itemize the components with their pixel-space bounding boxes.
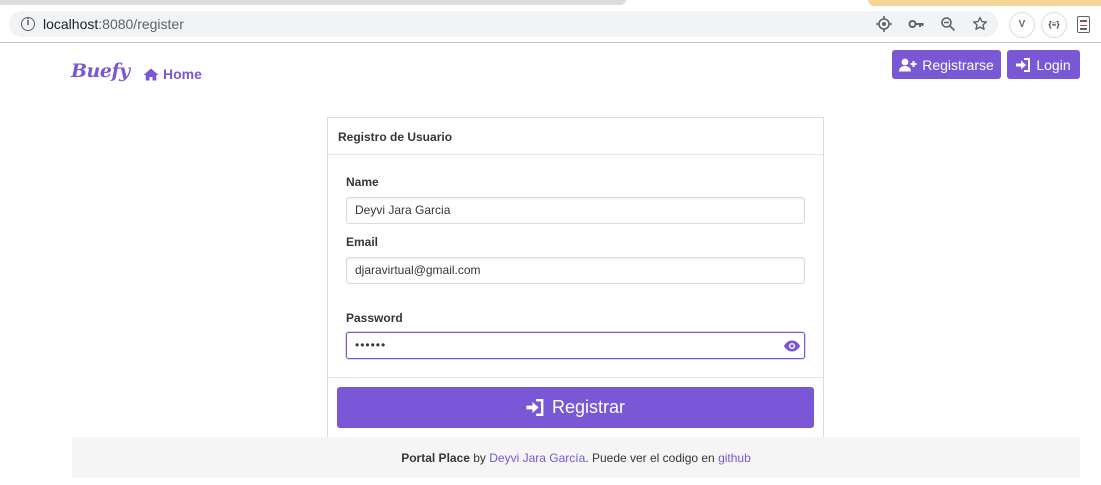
name-input[interactable]: Deyvi Jara Garcia — [346, 197, 805, 224]
login-button-label: Login — [1036, 56, 1071, 73]
page-footer: Portal Place by Deyvi Jara García. Puede… — [72, 437, 1080, 478]
register-card: Registro de Usuario Name Deyvi Jara Garc… — [327, 117, 824, 438]
card-title: Registro de Usuario — [338, 130, 453, 144]
email-input[interactable]: djaravirtual@gmail.com — [346, 257, 805, 284]
footer-middle-text: . Puede ver el codigo en — [585, 451, 719, 465]
sign-in-icon — [1016, 57, 1031, 72]
register-button[interactable]: Registrarse — [892, 50, 1001, 79]
card-header: Registro de Usuario — [328, 118, 823, 155]
password-input[interactable]: •••••• — [346, 332, 805, 359]
info-icon[interactable]: i — [21, 17, 35, 31]
password-value: •••••• — [355, 338, 387, 352]
browser-tab[interactable] — [0, 0, 626, 5]
location-icon[interactable] — [875, 16, 893, 32]
address-bar[interactable]: i localhost:8080/register — [9, 11, 998, 37]
name-label: Name — [346, 175, 379, 189]
register-button-label: Registrarse — [922, 56, 994, 73]
footer-github-link[interactable]: github — [718, 451, 751, 465]
login-button[interactable]: Login — [1007, 50, 1080, 79]
zoom-out-icon[interactable] — [939, 16, 957, 32]
eye-icon[interactable] — [784, 339, 800, 353]
browser-toolbar: i localhost:8080/register V {≡} — [0, 6, 1101, 43]
url-text[interactable]: localhost:8080/register — [43, 16, 184, 32]
url-host: localhost — [43, 16, 99, 32]
home-icon — [143, 68, 159, 80]
key-icon[interactable] — [907, 16, 925, 32]
footer-author-link[interactable]: Deyvi Jara García — [489, 451, 585, 465]
sign-in-icon — [526, 399, 544, 416]
password-label: Password — [346, 311, 403, 325]
nav-home-label: Home — [163, 66, 202, 82]
footer-app-name: Portal Place — [401, 451, 470, 465]
url-path: :8080/register — [98, 16, 184, 32]
email-label: Email — [346, 235, 379, 249]
user-plus-icon — [899, 58, 917, 71]
footer-by-text: by — [469, 451, 490, 465]
vue-devtools-icon[interactable]: V — [1010, 13, 1034, 37]
json-extension-icon[interactable]: {≡} — [1042, 13, 1066, 37]
submit-register-label: Registrar — [551, 397, 626, 417]
brand-logo[interactable]: Buefy — [71, 60, 130, 82]
nav-home-link[interactable]: Home — [143, 66, 202, 82]
bookmark-star-icon[interactable] — [971, 16, 989, 32]
submit-register-button[interactable]: Registrar — [337, 387, 814, 428]
document-extension-icon[interactable] — [1077, 16, 1090, 33]
card-divider — [328, 377, 823, 378]
